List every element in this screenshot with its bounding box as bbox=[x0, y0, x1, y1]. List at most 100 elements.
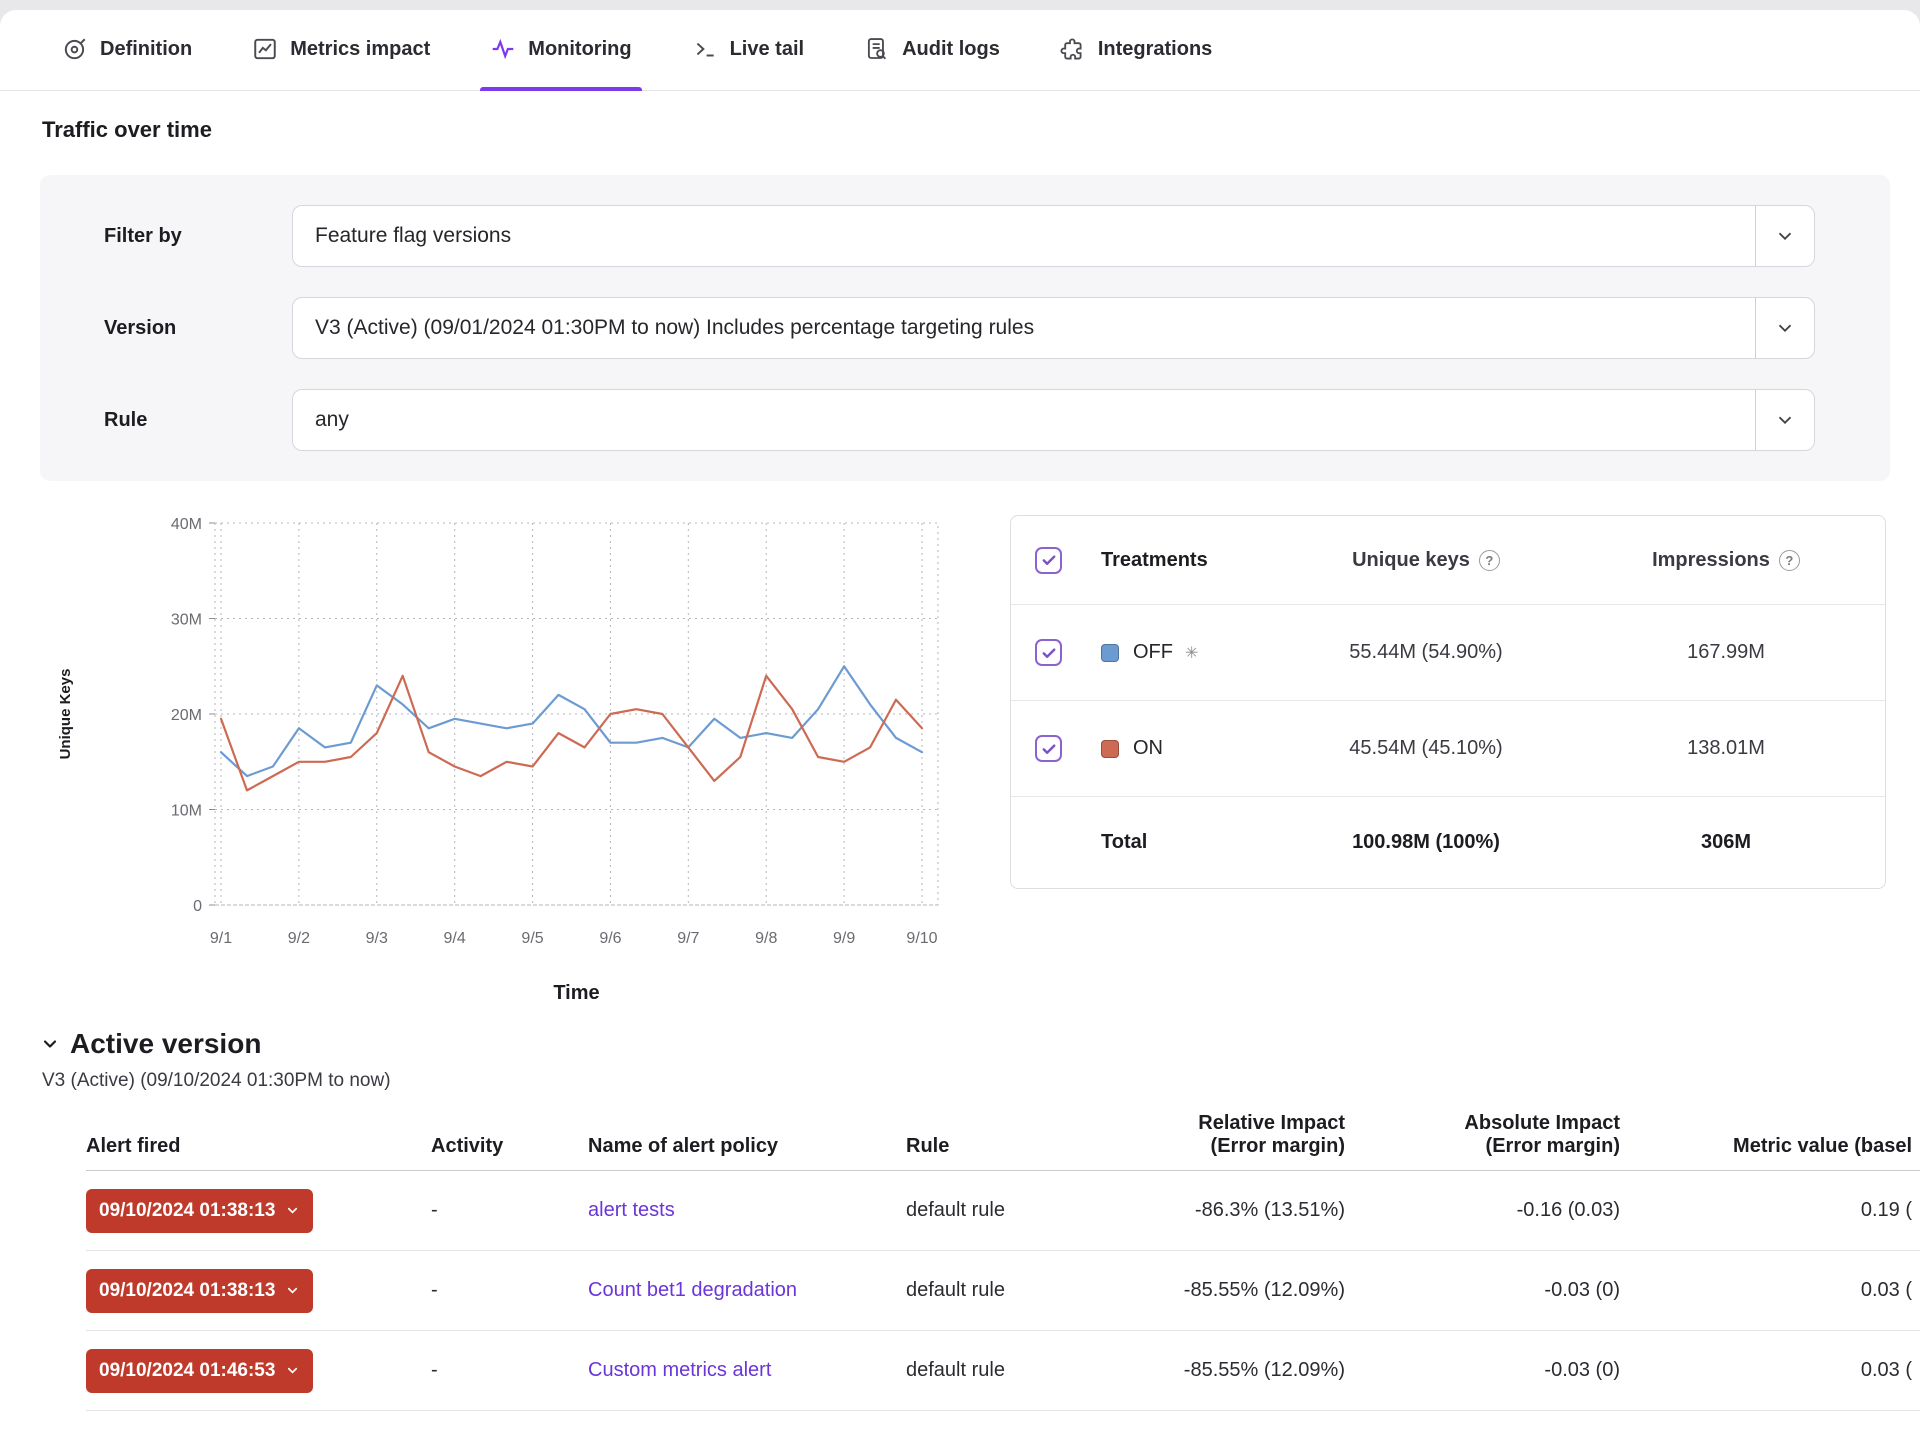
svg-text:9/1: 9/1 bbox=[210, 930, 232, 947]
alert-fired-badge[interactable]: 09/10/2024 01:46:53 bbox=[86, 1349, 313, 1393]
alert-fired-badge[interactable]: 09/10/2024 01:38:13 bbox=[86, 1269, 313, 1313]
col-header-absolute-impact: Absolute Impact (Error margin) bbox=[1345, 1112, 1620, 1158]
impressions-value: 167.99M bbox=[1687, 641, 1765, 664]
select-all-checkbox[interactable] bbox=[1035, 547, 1062, 574]
total-unique-keys: 100.98M (100%) bbox=[1352, 831, 1500, 854]
svg-text:9/9: 9/9 bbox=[833, 930, 855, 947]
chevron-down-icon[interactable] bbox=[1756, 409, 1814, 431]
tab-bar: Definition Metrics impact Monitoring bbox=[0, 10, 1920, 91]
tab-monitoring[interactable]: Monitoring bbox=[488, 10, 633, 90]
svg-text:9/4: 9/4 bbox=[444, 930, 466, 947]
rule-label: Rule bbox=[104, 409, 292, 432]
alerts-table-header: Alert fired Activity Name of alert polic… bbox=[86, 1112, 1920, 1171]
active-version-toggle[interactable]: Active version bbox=[40, 1028, 1920, 1060]
treatment-name: OFF ✳ bbox=[1101, 641, 1261, 664]
on-series-swatch bbox=[1101, 740, 1119, 758]
alert-metric-value: 0.03 ( bbox=[1620, 1279, 1920, 1302]
x-axis-label: Time bbox=[553, 982, 599, 1004]
live-tail-icon bbox=[692, 36, 718, 62]
series-line-off bbox=[221, 666, 922, 776]
alerts-table: Alert fired Activity Name of alert polic… bbox=[40, 1112, 1920, 1411]
unique-keys-column-header: Unique keys ? bbox=[1352, 549, 1500, 572]
filter-row-version: Version V3 (Active) (09/01/2024 01:30PM … bbox=[104, 297, 1815, 359]
filter-by-label: Filter by bbox=[104, 225, 292, 248]
svg-text:9/10: 9/10 bbox=[906, 930, 937, 947]
alert-policy-link[interactable]: Count bet1 degradation bbox=[588, 1279, 797, 1301]
total-impressions: 306M bbox=[1701, 831, 1751, 854]
tab-integrations[interactable]: Integrations bbox=[1058, 10, 1214, 90]
filter-row-rule: Rule any bbox=[104, 389, 1815, 451]
chevron-down-icon[interactable] bbox=[1756, 317, 1814, 339]
tab-live-tail[interactable]: Live tail bbox=[690, 10, 806, 90]
audit-logs-icon bbox=[864, 36, 890, 62]
tab-audit-logs[interactable]: Audit logs bbox=[862, 10, 1002, 90]
alert-rule: default rule bbox=[906, 1279, 1106, 1302]
series-line-on bbox=[221, 676, 922, 791]
col-header-policy: Name of alert policy bbox=[588, 1135, 906, 1158]
tab-label: Metrics impact bbox=[290, 38, 430, 61]
alert-row: 09/10/2024 01:38:13 - Count bet1 degrada… bbox=[86, 1251, 1920, 1331]
alert-absolute-impact: -0.16 (0.03) bbox=[1345, 1199, 1620, 1222]
section-title-traffic-over-time: Traffic over time bbox=[42, 117, 1920, 143]
active-version-title: Active version bbox=[70, 1028, 261, 1060]
alert-metric-value: 0.19 ( bbox=[1620, 1199, 1920, 1222]
alert-absolute-impact: -0.03 (0) bbox=[1345, 1359, 1620, 1382]
tab-label: Integrations bbox=[1098, 38, 1212, 61]
alert-fired-badge[interactable]: 09/10/2024 01:38:13 bbox=[86, 1189, 313, 1233]
rule-select[interactable]: any bbox=[292, 389, 1815, 451]
help-icon[interactable]: ? bbox=[1479, 550, 1500, 571]
treatment-off-checkbox[interactable] bbox=[1035, 639, 1062, 666]
filter-by-select[interactable]: Feature flag versions bbox=[292, 205, 1815, 267]
svg-text:20M: 20M bbox=[171, 707, 202, 724]
total-label: Total bbox=[1101, 831, 1261, 854]
impressions-value: 138.01M bbox=[1687, 737, 1765, 760]
help-icon[interactable]: ? bbox=[1779, 550, 1800, 571]
treatment-row-off: OFF ✳ 55.44M (54.90%) 167.99M bbox=[1011, 604, 1885, 700]
svg-text:9/5: 9/5 bbox=[521, 930, 543, 947]
col-header-metric-value: Metric value (basel bbox=[1620, 1135, 1920, 1158]
alert-activity: - bbox=[431, 1359, 588, 1382]
version-value: V3 (Active) (09/01/2024 01:30PM to now) … bbox=[293, 316, 1755, 340]
alert-fired-timestamp: 09/10/2024 01:38:13 bbox=[99, 1200, 275, 1222]
traffic-line-chart: 010M20M30M40M9/19/29/39/49/59/69/79/89/9… bbox=[40, 515, 970, 1020]
alert-rule: default rule bbox=[906, 1199, 1106, 1222]
unique-keys-value: 45.54M (45.10%) bbox=[1349, 737, 1502, 760]
page: Definition Metrics impact Monitoring bbox=[0, 10, 1920, 1431]
alert-relative-impact: -86.3% (13.51%) bbox=[1106, 1199, 1345, 1222]
svg-text:9/3: 9/3 bbox=[366, 930, 388, 947]
active-version-section: Active version V3 (Active) (09/10/2024 0… bbox=[0, 1028, 1920, 1411]
treatment-row-on: ON 45.54M (45.10%) 138.01M bbox=[1011, 700, 1885, 796]
treatment-on-checkbox[interactable] bbox=[1035, 735, 1062, 762]
tab-label: Audit logs bbox=[902, 38, 1000, 61]
tab-metrics-impact[interactable]: Metrics impact bbox=[250, 10, 432, 90]
svg-text:40M: 40M bbox=[171, 516, 202, 533]
alert-metric-value: 0.03 ( bbox=[1620, 1359, 1920, 1382]
version-label: Version bbox=[104, 317, 292, 340]
svg-text:10M: 10M bbox=[171, 803, 202, 820]
default-treatment-icon: ✳ bbox=[1185, 643, 1198, 663]
treatments-total-row: Total 100.98M (100%) 306M bbox=[1011, 796, 1885, 888]
integrations-icon bbox=[1060, 36, 1086, 62]
alert-activity: - bbox=[431, 1279, 588, 1302]
tab-definition[interactable]: Definition bbox=[60, 10, 194, 90]
alert-relative-impact: -85.55% (12.09%) bbox=[1106, 1359, 1345, 1382]
chart-and-legend-row: 010M20M30M40M9/19/29/39/49/59/69/79/89/9… bbox=[40, 515, 1886, 1020]
svg-text:0: 0 bbox=[193, 898, 202, 915]
alert-activity: - bbox=[431, 1199, 588, 1222]
treatment-label: OFF bbox=[1133, 641, 1173, 664]
impressions-column-header: Impressions ? bbox=[1652, 549, 1800, 572]
svg-text:9/7: 9/7 bbox=[677, 930, 699, 947]
chevron-down-icon bbox=[285, 1363, 300, 1378]
alert-row: 09/10/2024 01:46:53 - Custom metrics ale… bbox=[86, 1331, 1920, 1411]
alert-fired-timestamp: 09/10/2024 01:38:13 bbox=[99, 1280, 275, 1302]
tab-label: Definition bbox=[100, 38, 192, 61]
alert-rule: default rule bbox=[906, 1359, 1106, 1382]
alert-policy-link[interactable]: Custom metrics alert bbox=[588, 1359, 771, 1381]
alert-relative-impact: -85.55% (12.09%) bbox=[1106, 1279, 1345, 1302]
svg-text:9/6: 9/6 bbox=[599, 930, 621, 947]
svg-text:30M: 30M bbox=[171, 612, 202, 629]
chevron-down-icon[interactable] bbox=[1756, 225, 1814, 247]
version-select[interactable]: V3 (Active) (09/01/2024 01:30PM to now) … bbox=[292, 297, 1815, 359]
traffic-chart-svg: 010M20M30M40M9/19/29/39/49/59/69/79/89/9… bbox=[40, 515, 970, 1020]
alert-policy-link[interactable]: alert tests bbox=[588, 1199, 675, 1221]
